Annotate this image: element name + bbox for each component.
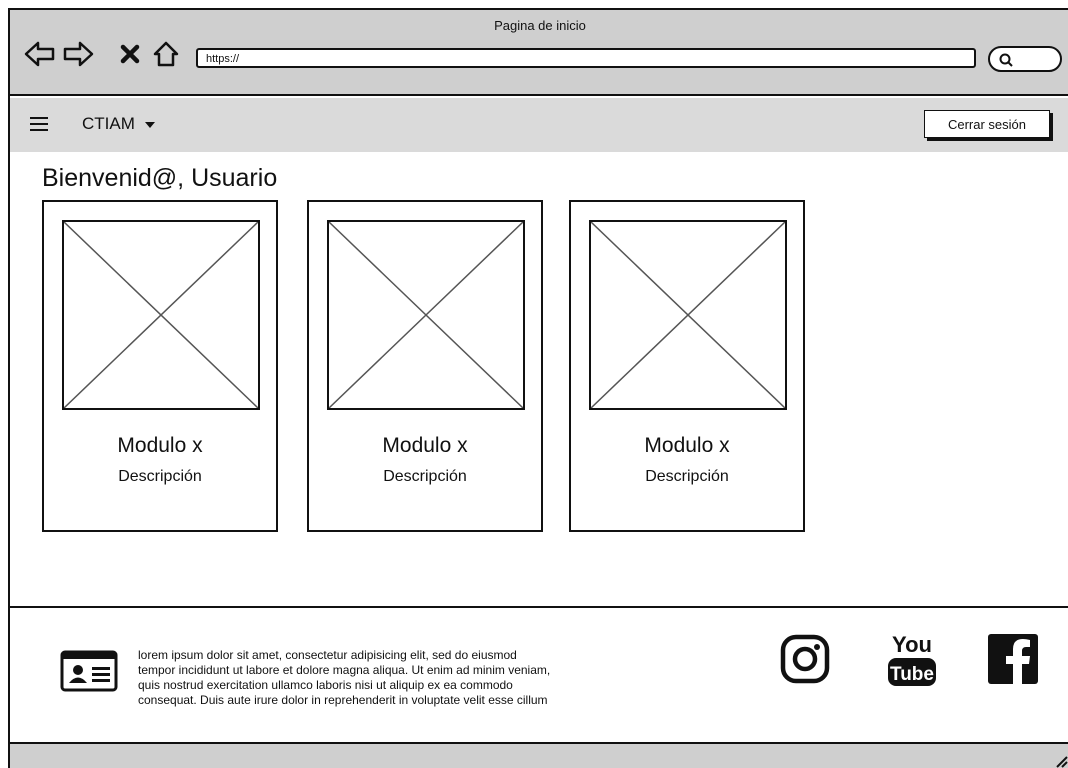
welcome-heading: Bienvenid@, Usuario xyxy=(42,164,278,192)
brand-dropdown[interactable]: CTIAM xyxy=(82,114,155,134)
youtube-bottom-text: Tube xyxy=(890,664,934,685)
app-navbar: CTIAM Cerrar sesión xyxy=(10,98,1068,152)
back-button[interactable] xyxy=(24,40,56,68)
module-card[interactable]: Modulo x Descripción xyxy=(42,200,278,532)
image-placeholder xyxy=(327,220,525,410)
youtube-top-text: You xyxy=(892,632,932,657)
footer-description: lorem ipsum dolor sit amet, consectetur … xyxy=(138,648,738,708)
card-title: Modulo x xyxy=(644,434,730,457)
back-arrow-icon xyxy=(24,41,55,67)
footer-text-line: quis nostrud exercitation ullamco labori… xyxy=(138,678,513,692)
image-placeholder xyxy=(589,220,787,410)
footer-text-line: consequat. Duis aute irure dolor in repr… xyxy=(138,693,548,707)
instagram-icon[interactable] xyxy=(780,634,830,684)
search-icon xyxy=(999,53,1013,67)
card-title: Modulo x xyxy=(117,434,203,457)
address-bar[interactable]: https:// xyxy=(196,48,976,68)
browser-statusbar xyxy=(10,744,1068,768)
module-card[interactable]: Modulo x Descripción xyxy=(569,200,805,532)
search-button[interactable] xyxy=(988,46,1062,72)
card-title: Modulo x xyxy=(382,434,468,457)
home-icon xyxy=(153,41,179,67)
browser-toolbar: Pagina de inicio https:// xyxy=(10,10,1068,96)
forward-button[interactable] xyxy=(62,40,94,68)
menu-icon[interactable] xyxy=(30,117,48,133)
chevron-down-icon xyxy=(144,122,155,128)
logout-button[interactable]: Cerrar sesión xyxy=(924,110,1050,138)
youtube-icon[interactable]: You Tube xyxy=(886,628,938,692)
facebook-icon[interactable] xyxy=(988,634,1038,684)
home-button[interactable] xyxy=(150,40,182,68)
resize-grip-icon[interactable] xyxy=(1054,754,1068,768)
image-placeholder xyxy=(62,220,260,410)
page-footer: lorem ipsum dolor sit amet, consectetur … xyxy=(10,606,1068,744)
stop-icon xyxy=(120,44,140,64)
module-card[interactable]: Modulo x Descripción xyxy=(307,200,543,532)
brand-label: CTIAM xyxy=(82,114,135,133)
card-description: Descripción xyxy=(118,468,202,485)
stop-button[interactable] xyxy=(114,40,146,68)
footer-text-line: lorem ipsum dolor sit amet, consectetur … xyxy=(138,648,517,662)
browser-window: Pagina de inicio https:// CTIAM Cerrar s… xyxy=(8,8,1068,768)
forward-arrow-icon xyxy=(63,41,94,67)
footer-text-line: tempor incididunt ut labore et dolore ma… xyxy=(138,663,551,677)
card-description: Descripción xyxy=(645,468,729,485)
id-card-icon xyxy=(60,650,118,692)
window-title: Pagina de inicio xyxy=(494,18,586,33)
card-description: Descripción xyxy=(383,468,467,485)
